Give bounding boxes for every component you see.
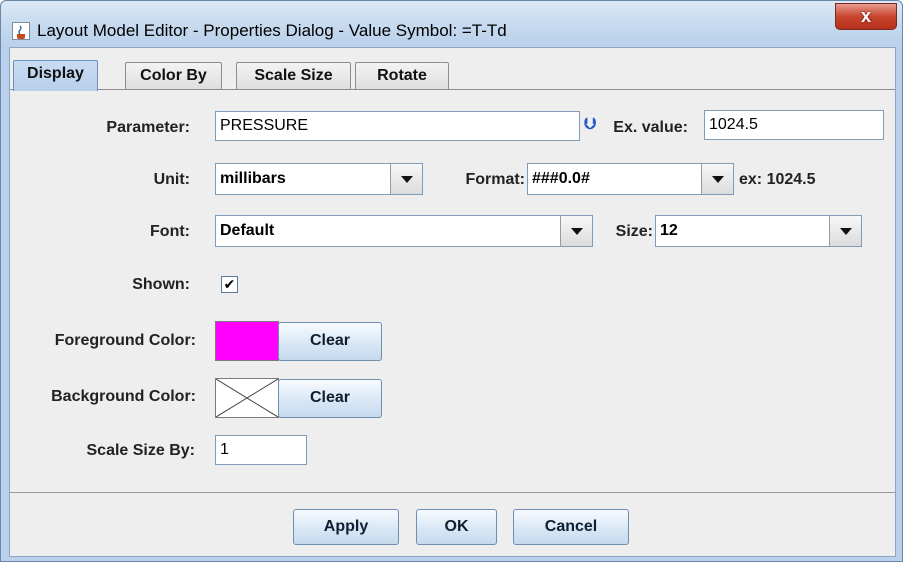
tab-display[interactable]: Display <box>13 60 98 91</box>
unit-select-value: millibars <box>220 170 286 187</box>
font-select[interactable]: Default <box>215 215 593 247</box>
double-chevron-down-icon[interactable]: ⮋ <box>584 116 596 134</box>
checkmark-icon: ✔ <box>223 276 236 292</box>
parameter-label: Parameter: <box>106 119 190 136</box>
size-label: Size: <box>615 223 653 240</box>
background-color-swatch[interactable] <box>215 378 279 418</box>
foreground-color-swatch[interactable] <box>215 321 279 361</box>
background-clear-button[interactable]: Clear <box>278 379 382 418</box>
tab-scale-size[interactable]: Scale Size <box>236 62 351 90</box>
format-example: ex: 1024.5 <box>739 171 816 188</box>
unit-label: Unit: <box>153 171 190 188</box>
title-bar[interactable]: Layout Model Editor - Properties Dialog … <box>1 1 902 47</box>
dropdown-arrow-icon[interactable] <box>560 216 592 246</box>
display-tab-panel: Parameter: PRESSURE ⮋ Ex. value: 1024.5 … <box>10 89 895 493</box>
dropdown-arrow-icon[interactable] <box>829 216 861 246</box>
scale-size-by-label: Scale Size By: <box>86 442 196 459</box>
parameter-field[interactable]: PRESSURE <box>215 111 580 141</box>
shown-checkbox[interactable]: ✔ <box>221 276 238 293</box>
size-select-value: 12 <box>660 222 678 239</box>
foreground-color-label: Foreground Color: <box>54 332 196 349</box>
window-title: Layout Model Editor - Properties Dialog … <box>37 21 507 40</box>
dialog-window: Layout Model Editor - Properties Dialog … <box>0 0 903 562</box>
java-cup-icon <box>12 22 30 40</box>
ok-button[interactable]: OK <box>416 509 497 545</box>
scale-size-by-field[interactable]: 1 <box>215 435 307 465</box>
dropdown-arrow-icon[interactable] <box>701 164 733 194</box>
format-select-value: ###0.0# <box>532 170 590 187</box>
tab-strip: Display Color By Scale Size Rotate <box>10 48 895 91</box>
close-button[interactable]: x <box>835 3 897 30</box>
tab-rotate[interactable]: Rotate <box>355 62 449 90</box>
dialog-footer: Apply OK Cancel <box>10 492 895 556</box>
format-select[interactable]: ###0.0# <box>527 163 734 195</box>
cancel-button[interactable]: Cancel <box>513 509 629 545</box>
ex-value-label: Ex. value: <box>613 119 688 136</box>
tab-color-by[interactable]: Color By <box>125 62 222 90</box>
dialog-content: Display Color By Scale Size Rotate Param… <box>9 47 896 557</box>
no-color-x-icon <box>216 379 278 417</box>
font-select-value: Default <box>220 222 275 239</box>
font-label: Font: <box>150 223 190 240</box>
format-label: Format: <box>465 171 525 188</box>
background-color-label: Background Color: <box>51 388 196 405</box>
size-select[interactable]: 12 <box>655 215 862 247</box>
unit-select[interactable]: millibars <box>215 163 423 195</box>
shown-label: Shown: <box>132 276 190 293</box>
ex-value-field[interactable]: 1024.5 <box>704 110 884 140</box>
dropdown-arrow-icon[interactable] <box>390 164 422 194</box>
apply-button[interactable]: Apply <box>293 509 399 545</box>
foreground-clear-button[interactable]: Clear <box>278 322 382 361</box>
